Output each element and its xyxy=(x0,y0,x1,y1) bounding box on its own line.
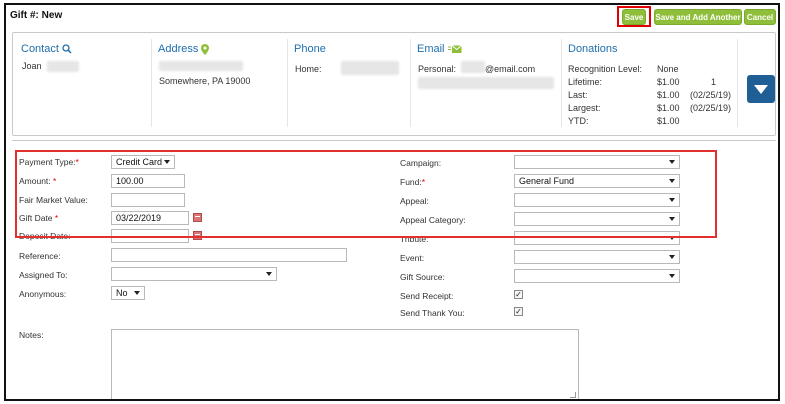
donation-row-label: Lifetime: xyxy=(568,77,603,87)
tribute-label: Tribute: xyxy=(400,234,429,244)
send-receipt-checkbox[interactable]: ✓ xyxy=(514,290,523,299)
anonymous-select[interactable]: No xyxy=(111,286,145,300)
campaign-select[interactable] xyxy=(514,155,680,169)
appeal-label: Appeal: xyxy=(400,196,429,206)
appeal-category-select[interactable] xyxy=(514,212,680,226)
send-thank-you-label: Send Thank You: xyxy=(400,308,465,318)
search-icon[interactable] xyxy=(62,44,72,54)
donation-row-extra: (02/25/19) xyxy=(690,90,732,100)
anonymous-label: Anonymous: xyxy=(19,289,67,299)
redacted-email-user xyxy=(461,61,485,73)
redacted-last-name xyxy=(47,61,79,72)
constituent-summary-panel: Contact Joan Address Somewhere, PA 19000… xyxy=(12,32,776,136)
gift-form: Payment Type:* Credit Card Amount: * 100… xyxy=(12,140,776,399)
phone-section: Phone xyxy=(294,43,326,55)
recognition-level-value: None xyxy=(657,64,679,74)
chevron-down-icon xyxy=(669,160,675,164)
calendar-icon[interactable] xyxy=(193,231,202,240)
save-button[interactable]: Save xyxy=(622,9,646,25)
donations-heading[interactable]: Donations xyxy=(568,43,618,55)
address-city-line: Somewhere, PA 19000 xyxy=(159,76,251,86)
email-domain[interactable]: @email.com xyxy=(485,64,535,74)
event-label: Event: xyxy=(400,253,425,263)
donation-row-label: Last: xyxy=(568,90,588,100)
gift-date-input[interactable]: 03/22/2019 xyxy=(111,211,189,225)
assigned-to-select[interactable] xyxy=(111,267,277,281)
divider xyxy=(151,39,152,127)
envelope-icon[interactable] xyxy=(447,44,462,54)
amount-input[interactable]: 100.00 xyxy=(111,174,185,188)
send-thank-you-checkbox[interactable]: ✓ xyxy=(514,307,523,316)
email-section: Email xyxy=(417,43,462,55)
deposit-date-label: Deposit Date: xyxy=(19,231,71,241)
tribute-select[interactable] xyxy=(514,231,680,245)
reference-input[interactable] xyxy=(111,248,347,262)
donation-row-amount: $1.00 xyxy=(657,90,680,100)
divider xyxy=(410,39,411,127)
donation-row-amount: $1.00 xyxy=(657,103,680,113)
save-and-add-another-button[interactable]: Save and Add Another xyxy=(654,9,742,25)
redacted-phone xyxy=(341,61,399,75)
divider xyxy=(561,39,562,127)
gift-source-label: Gift Source: xyxy=(400,272,445,282)
cancel-button[interactable]: Cancel xyxy=(744,9,776,25)
fund-select[interactable]: General Fund xyxy=(514,174,680,188)
reference-label: Reference: xyxy=(19,251,61,261)
contact-first-name: Joan xyxy=(22,61,42,71)
fair-market-value-label: Fair Market Value: xyxy=(19,195,88,205)
recognition-level-label: Recognition Level: xyxy=(568,64,643,74)
donation-row-amount: $1.00 xyxy=(657,116,680,126)
calendar-icon[interactable] xyxy=(193,213,202,222)
appeal-category-label: Appeal Category: xyxy=(400,215,466,225)
contact-heading[interactable]: Contact xyxy=(21,43,59,55)
divider xyxy=(287,39,288,127)
redacted-email-2 xyxy=(418,77,554,89)
redacted-street xyxy=(159,61,243,71)
donation-row-label: Largest: xyxy=(568,103,601,113)
chevron-down-icon xyxy=(669,217,675,221)
event-select[interactable] xyxy=(514,250,680,264)
gift-source-select[interactable] xyxy=(514,269,680,283)
chevron-down-icon xyxy=(164,160,170,164)
page-title: Gift #: New xyxy=(10,10,63,21)
chevron-down-icon xyxy=(134,291,140,295)
payment-type-select[interactable]: Credit Card xyxy=(111,155,175,169)
chevron-down-icon xyxy=(669,236,675,240)
campaign-label: Campaign: xyxy=(400,158,442,168)
donation-row-extra: (02/25/19) xyxy=(690,103,732,113)
payment-type-label: Payment Type:* xyxy=(19,157,79,167)
donations-section: Donations xyxy=(568,43,618,55)
assigned-to-label: Assigned To: xyxy=(19,270,68,280)
map-pin-icon[interactable] xyxy=(201,43,210,55)
deposit-date-input[interactable] xyxy=(111,229,189,243)
chevron-down-icon xyxy=(266,272,272,276)
donation-row-label: YTD: xyxy=(568,116,589,126)
gift-form-window: Gift #: New Save Save and Add Another Ca… xyxy=(4,3,780,401)
appeal-select[interactable] xyxy=(514,193,680,207)
top-bar: Gift #: New Save Save and Add Another Ca… xyxy=(6,5,778,27)
email-personal-label: Personal: xyxy=(418,64,457,74)
chevron-down-icon xyxy=(669,198,675,202)
donation-row-amount: $1.00 xyxy=(657,77,680,87)
chevron-down-icon xyxy=(669,179,675,183)
fair-market-value-input[interactable] xyxy=(111,193,185,207)
chevron-down-icon xyxy=(669,274,675,278)
phone-home-label: Home: xyxy=(295,64,322,74)
chevron-down-icon[interactable] xyxy=(747,75,775,103)
phone-heading: Phone xyxy=(294,43,326,55)
send-receipt-label: Send Receipt: xyxy=(400,291,454,301)
email-heading: Email xyxy=(417,43,445,55)
fund-label: Fund:* xyxy=(400,177,426,187)
amount-label: Amount: * xyxy=(19,176,57,186)
contact-section: Contact xyxy=(21,43,72,55)
notes-label: Notes: xyxy=(19,330,44,340)
donation-row-extra: 1 xyxy=(711,77,717,87)
chevron-down-icon xyxy=(669,255,675,259)
divider xyxy=(737,39,738,127)
gift-date-label: Gift Date * xyxy=(19,213,59,223)
notes-textarea[interactable] xyxy=(111,329,579,399)
address-heading[interactable]: Address xyxy=(158,43,198,55)
address-section: Address xyxy=(158,43,210,55)
